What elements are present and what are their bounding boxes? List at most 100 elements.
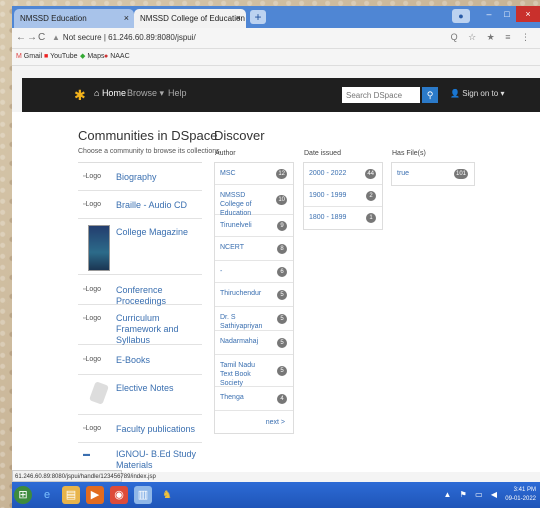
browser-tab[interactable]: NMSSD Education × [14,9,134,28]
address-bar: ← → C ▲ Not secure | 61.246.60.89:8080/js… [12,28,540,49]
main-content: Communities in DSpace Choose a community… [12,112,540,472]
count-badge: 44 [365,168,376,179]
count-badge: 5 [277,365,287,376]
hasfiles-facet: true 101 [391,162,475,186]
community-item[interactable]: ▫Logo Conference Proceedings [78,275,202,307]
count-badge: 10 [276,194,287,205]
facet-row[interactable]: 2000 - 2022 44 [304,163,382,185]
nav-help[interactable]: Help [168,88,187,98]
document-icon[interactable]: ▥ [134,486,152,504]
count-badge: 5 [277,313,287,324]
facet-row: next > [215,411,293,433]
community-logo: ▫Logo [83,173,102,180]
community-name[interactable]: Conference Proceedings [116,285,200,307]
taskbar-clock[interactable]: 3:41 PM 09-01-2022 [505,486,536,504]
start-icon[interactable]: ⊞ [14,486,32,504]
community-logo: ▫Logo [83,201,102,208]
nav-home[interactable]: ⌂ Home [94,88,126,98]
extension-icons[interactable]: Q ☆ ★ ≡ ⋮ [451,32,534,43]
facet-row[interactable]: NMSSD College of Education 10 [215,185,293,217]
next-link[interactable]: next > [266,419,285,426]
community-logo: ▫Logo [83,286,102,293]
facet-row[interactable]: Thenga 4 [215,387,293,411]
count-badge: 5 [277,289,287,300]
hasfiles-facet-label: Has File(s) [392,150,426,157]
url-text: Not secure | 61.246.60.89:8080/jspui/ [62,33,196,42]
minimize-icon[interactable]: – [480,6,498,22]
discover-title: Discover [214,128,265,143]
back-icon[interactable]: ← [16,32,26,43]
count-badge: 8 [277,243,287,254]
dspace-logo-icon[interactable]: ✱ [74,86,88,104]
folder-icon[interactable]: ▤ [62,486,80,504]
communities-subtitle: Choose a community to browse its collect… [78,148,222,155]
login-menu[interactable]: 👤 Sign on to ▾ [450,89,504,98]
community-item[interactable]: ▫Logo E-Books [78,345,202,375]
community-name[interactable]: Curriculum Framework and Syllabus [116,313,200,346]
dspace-navbar: ✱ ⌂ Home Browse ▾ Help ⚲ 👤 Sign on to ▾ [22,78,540,112]
bookmarks-bar: M Gmail ■ YouTube ◆ Maps ● NAAC [12,49,540,66]
maximize-icon[interactable]: □ [498,6,516,22]
browser-tab-bar: NMSSD Education × NMSSD College of Educa… [12,6,540,28]
bookmark-youtube[interactable]: ■ YouTube [44,49,78,65]
facet-row[interactable]: Dr. S Sathiyapriyan 5 [215,307,293,331]
facet-row[interactable]: MSC 12 [215,163,293,185]
profile-icon[interactable]: ● [452,9,470,23]
community-list: ▫Logo Biography ▫Logo Braille - Audio CD… [78,162,202,473]
new-tab-icon[interactable]: + [250,10,266,24]
count-badge: 2 [366,190,376,201]
close-icon[interactable]: × [124,9,129,28]
facet-row[interactable]: Tamil Nadu Text Book Society 5 [215,355,293,387]
monitor-screen: NMSSD Education × NMSSD College of Educa… [12,6,540,508]
community-item[interactable]: ▫Logo Curriculum Framework and Syllabus [78,305,202,345]
magazine-cover-image [88,225,110,271]
community-item[interactable]: College Magazine [78,219,202,275]
facet-row[interactable]: -6 [215,261,293,283]
close-icon[interactable]: × [236,9,241,28]
facet-row[interactable]: 1800 - 1899 1 [304,207,382,229]
search-icon[interactable]: ⚲ [422,87,438,103]
community-name[interactable]: Elective Notes [116,383,200,394]
notes-image [89,381,109,405]
facet-row[interactable]: NCERT 8 [215,237,293,261]
app-icon[interactable]: ♞ [158,486,176,504]
browser-tab-active[interactable]: NMSSD College of Education Pr × [134,9,246,28]
bookmark-gmail[interactable]: M Gmail [16,49,42,65]
community-logo: ▫Logo [83,315,102,322]
community-item[interactable]: ▬ IGNOU- B.Ed Study Materials [78,443,202,473]
facet-row[interactable]: 1900 - 1999 2 [304,185,382,207]
communities-title: Communities in DSpace [78,128,218,143]
community-item[interactable]: ▫Logo Faculty publications [78,415,202,443]
facet-row[interactable]: Nadarmahaj 5 [215,331,293,355]
windows-taskbar: ⊞ e ▤ ▶ ◉ ▥ ♞ ▲ ⚑ ▭ ◀ 3:41 PM 09-01-2022 [12,482,540,508]
community-name[interactable]: E-Books [116,355,200,366]
date-facet: 2000 - 2022 44 1900 - 1999 2 1800 - 1899 1 [303,162,383,230]
url-field[interactable]: ▲ Not secure | 61.246.60.89:8080/jspui/ [52,31,452,45]
facet-row[interactable]: true 101 [392,163,474,185]
facet-row[interactable]: Tirunelveli 9 [215,215,293,237]
facet-row[interactable]: Thiruchendur 5 [215,283,293,307]
community-item[interactable]: ▫Logo Biography [78,163,202,191]
bookmark-naac[interactable]: ● NAAC [104,49,130,65]
search-input[interactable] [342,87,420,103]
community-name[interactable]: IGNOU- B.Ed Study Materials [116,449,200,471]
count-badge: 101 [453,169,468,179]
ie-icon[interactable]: e [38,486,56,504]
system-tray-icons[interactable]: ▲ ⚑ ▭ ◀ [444,490,500,499]
nav-browse[interactable]: Browse ▾ [127,88,164,99]
community-item[interactable]: ▫Logo Braille - Audio CD [78,191,202,219]
community-logo: ▫Logo [83,425,102,432]
bookmark-maps[interactable]: ◆ Maps [80,49,104,65]
reload-icon[interactable]: C [38,32,45,43]
count-badge: 9 [277,220,287,231]
close-window-icon[interactable]: × [516,6,540,22]
community-name[interactable]: Faculty publications [116,424,200,435]
community-name[interactable]: College Magazine [116,227,200,238]
clock-date: 09-01-2022 [505,496,536,502]
chrome-icon[interactable]: ◉ [110,486,128,504]
community-name[interactable]: Braille - Audio CD [116,200,200,211]
community-item[interactable]: Elective Notes [78,375,202,415]
community-name[interactable]: Biography [116,172,200,183]
media-player-icon[interactable]: ▶ [86,486,104,504]
forward-icon[interactable]: → [27,32,37,43]
